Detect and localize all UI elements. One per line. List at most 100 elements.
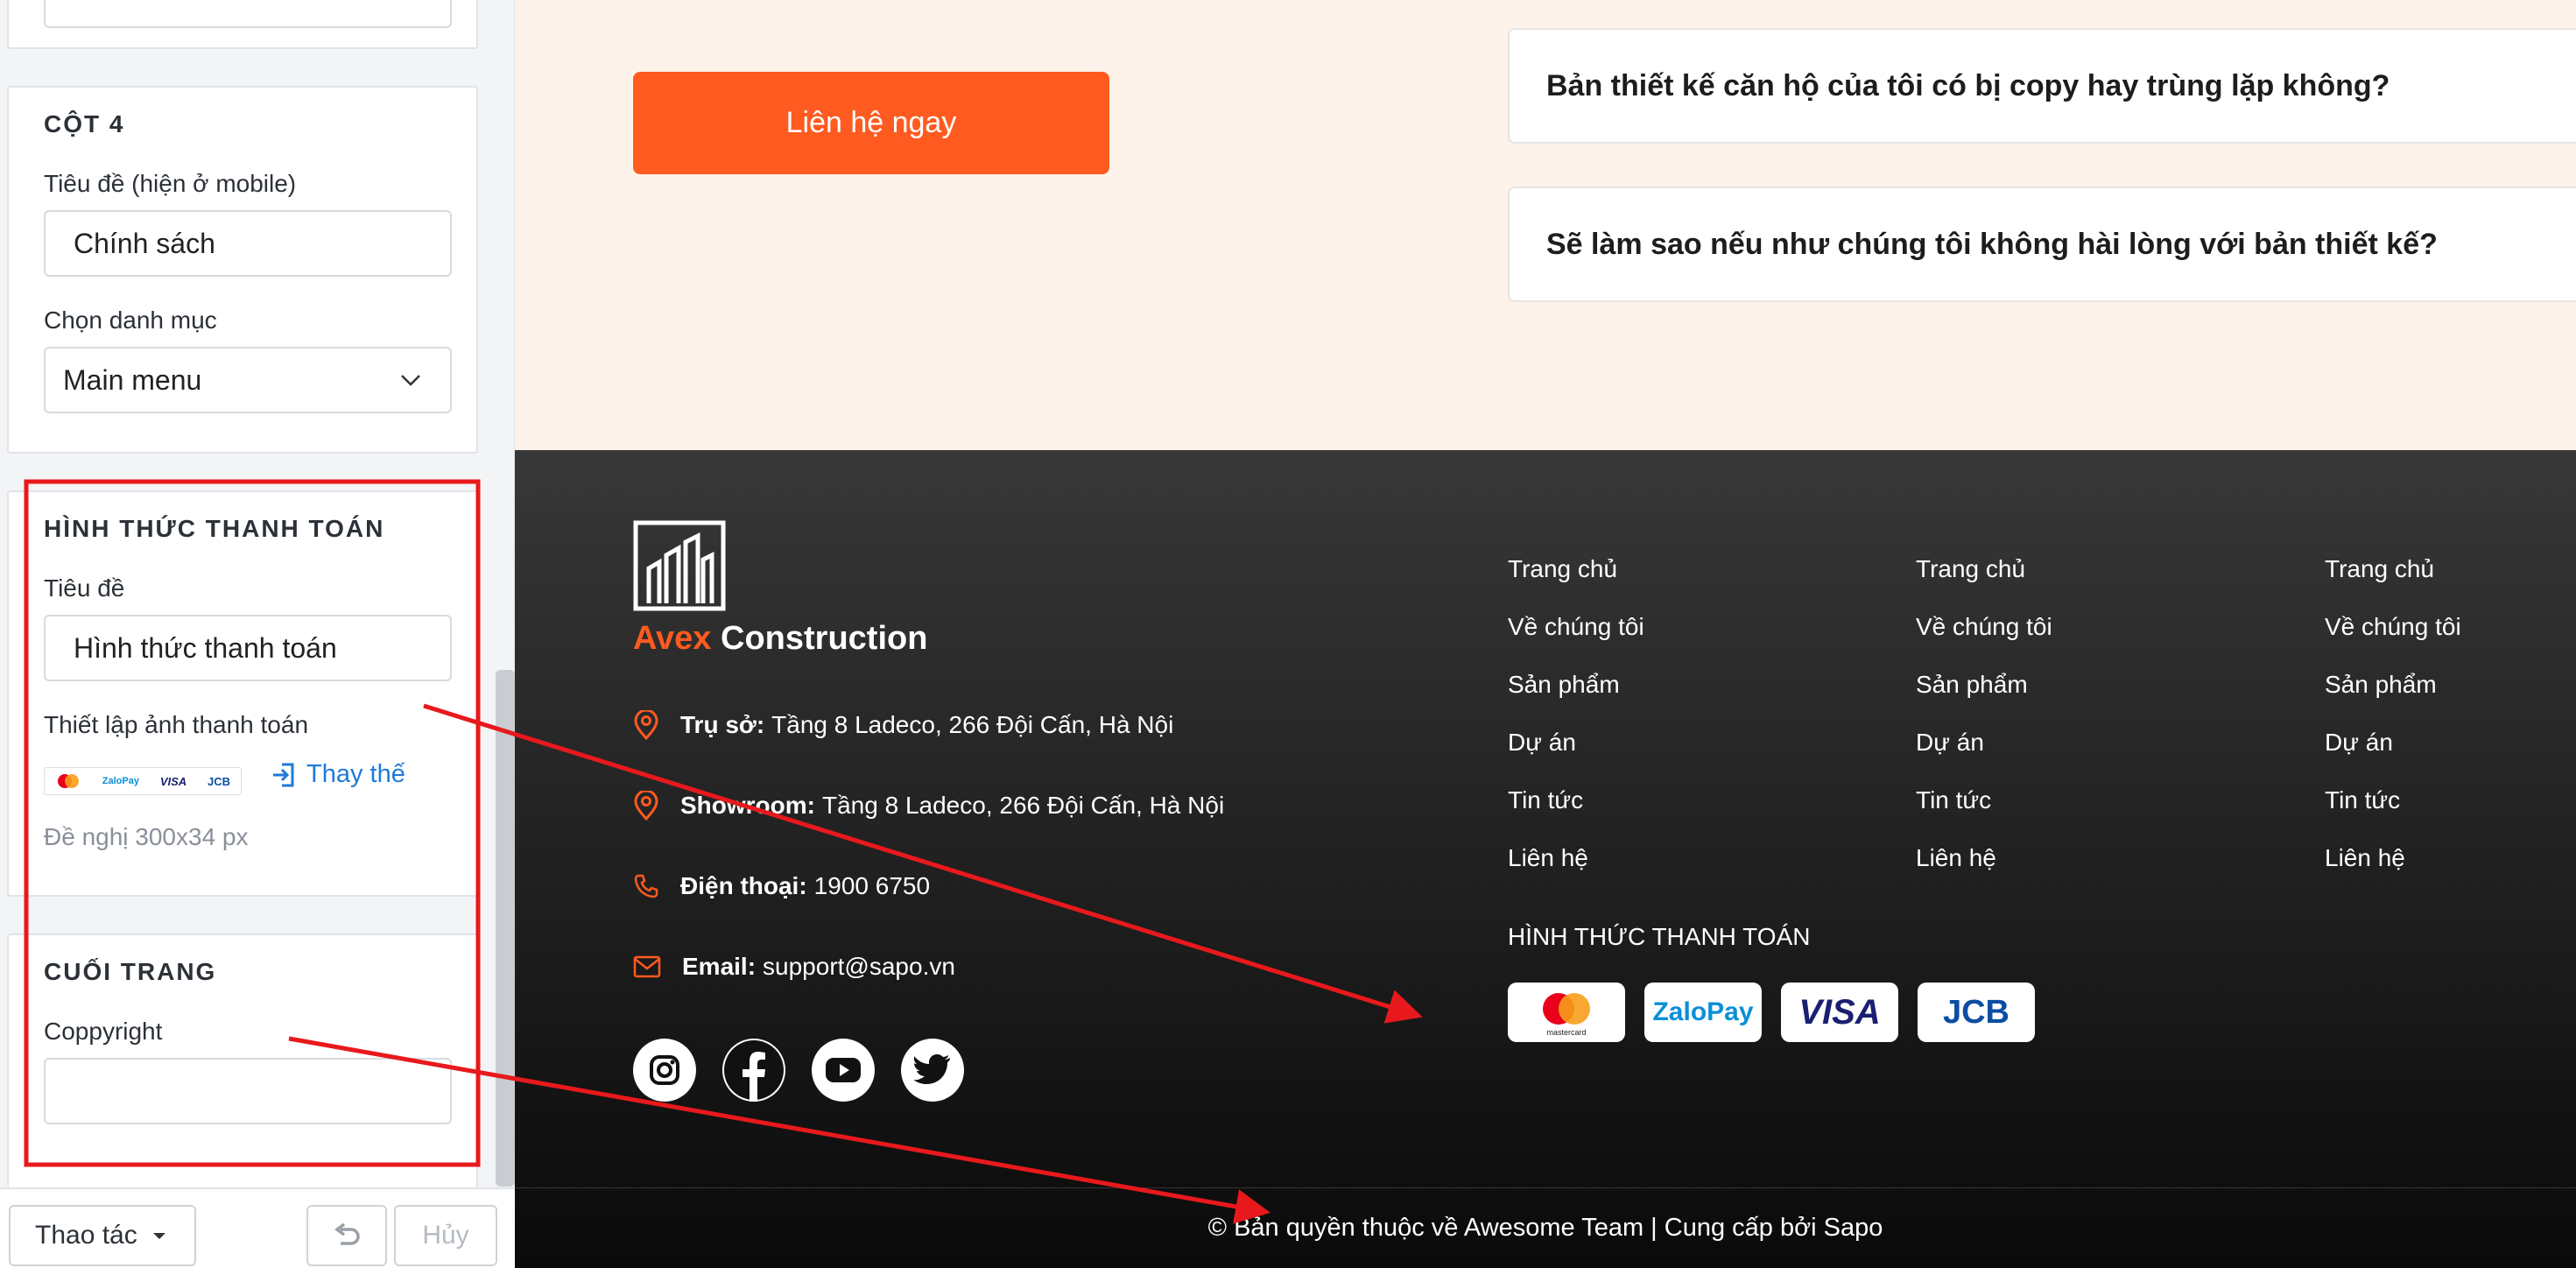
phone-label: Điện thoại:: [680, 872, 807, 899]
menu-link[interactable]: Dự án: [1916, 729, 2052, 786]
email-address[interactable]: support@sapo.vn: [763, 953, 955, 981]
menu-link[interactable]: Tin tức: [1916, 786, 2052, 844]
email-label: Email:: [682, 953, 757, 980]
theme-preview: Liên hệ ngay Bản thiết kế căn hộ của tôi…: [515, 0, 2576, 1268]
bottom-title: CUỐI TRANG: [44, 958, 217, 985]
undo-icon: [334, 1222, 360, 1245]
twitter-button[interactable]: [901, 1039, 964, 1102]
payment-methods-title: HÌNH THỨC THANH TOÁN: [1508, 923, 1811, 950]
payment-image-thumbnail[interactable]: ZaloPay VISA JCB: [44, 767, 242, 795]
chevron-down-icon: [401, 375, 420, 386]
footer-menu-col-2: Trang chủ Về chúng tôi Sản phẩm Dự án Ti…: [1916, 555, 2052, 902]
phone-icon: [634, 874, 658, 898]
twitter-icon: [914, 1054, 950, 1084]
brand-part2: Construction: [711, 620, 928, 657]
site-footer: Avex Construction Trụ sở: Tầng 8 Ladeco, …: [515, 450, 2576, 1268]
copyright-label: Coppyright: [44, 1018, 163, 1045]
bottom-panel: CUỐI TRANG Coppyright: [7, 933, 478, 1187]
col4-panel: CỘT 4 Tiêu đề (hiện ở mobile) Chính sách…: [7, 86, 478, 454]
facebook-button[interactable]: [722, 1039, 785, 1102]
copyright-text: © Bản quyền thuộc về Awesome Team | Cung…: [515, 1187, 2576, 1268]
copyright-input[interactable]: [44, 1058, 452, 1124]
col4-menu-select[interactable]: Main menu: [44, 347, 452, 413]
faq-item[interactable]: Bản thiết kế căn hộ của tôi có bị copy h…: [1508, 28, 2576, 144]
building-logo-icon: [633, 520, 726, 611]
replace-icon: [273, 763, 294, 786]
menu-link[interactable]: Liên hệ: [1508, 844, 1644, 902]
col4-title-input[interactable]: Chính sách: [44, 210, 452, 277]
sidebar-scrollbar[interactable]: [496, 670, 515, 1187]
cancel-button[interactable]: Hủy: [394, 1205, 497, 1266]
replace-image-button[interactable]: Thay thế: [270, 760, 405, 789]
menu-link[interactable]: Trang chủ: [1508, 555, 1644, 613]
mail-icon: [633, 955, 661, 978]
office-info: Trụ sở: Tầng 8 Ladeco, 266 Đội Cấn, Hà Nộ…: [633, 708, 1173, 743]
footer-menu-col-1: Trang chủ Về chúng tôi Sản phẩm Dự án Ti…: [1508, 555, 1644, 902]
menu-link[interactable]: Tin tức: [1508, 786, 1644, 844]
payment-title-input[interactable]: Hình thức thanh toán: [44, 615, 452, 681]
brand-name: Avex Construction: [633, 620, 927, 658]
phone-number[interactable]: 1900 6750: [814, 872, 930, 900]
showroom-label: Showroom:: [680, 792, 815, 819]
menu-link[interactable]: Trang chủ: [2325, 555, 2461, 613]
office-label: Trụ sở:: [680, 711, 765, 738]
instagram-icon: [650, 1055, 679, 1085]
contact-now-button[interactable]: Liên hệ ngay: [633, 72, 1109, 174]
replace-label: Thay thế: [306, 760, 405, 788]
youtube-icon: [826, 1058, 861, 1082]
mastercard-icon: [57, 774, 79, 788]
youtube-button[interactable]: [812, 1039, 875, 1102]
payment-title: HÌNH THỨC THANH TOÁN: [44, 515, 385, 542]
faq-section: Liên hệ ngay Bản thiết kế căn hộ của tôi…: [515, 0, 2576, 450]
menu-link[interactable]: Dự án: [2325, 729, 2461, 786]
showroom-info: Showroom: Tầng 8 Ladeco, 266 Đội Cấn, Hà …: [633, 788, 1224, 823]
menu-link[interactable]: Về chúng tôi: [1508, 613, 1644, 671]
menu-link[interactable]: Liên hệ: [1916, 844, 2052, 902]
menu-link[interactable]: Tin tức: [2325, 786, 2461, 844]
location-pin-icon: [634, 710, 658, 740]
previous-panel: [7, 0, 478, 49]
menu-link[interactable]: Sản phẩm: [1508, 671, 1644, 729]
col4-menu-label: Chọn danh mục: [44, 306, 217, 334]
zalopay-badge: ZaloPay: [1644, 983, 1762, 1042]
menu-link[interactable]: Sản phẩm: [2325, 671, 2461, 729]
email-info: Email: support@sapo.vn: [633, 949, 955, 984]
caret-down-icon: [152, 1233, 165, 1239]
menu-link[interactable]: Sản phẩm: [1916, 671, 2052, 729]
menu-link[interactable]: Về chúng tôi: [2325, 613, 2461, 671]
menu-link[interactable]: Trang chủ: [1916, 555, 2052, 613]
instagram-button[interactable]: [633, 1039, 696, 1102]
col4-title-label: Tiêu đề (hiện ở mobile): [44, 170, 297, 197]
showroom-address: Tầng 8 Ladeco, 266 Đội Cấn, Hà Nội: [822, 792, 1225, 819]
zalopay-icon: ZaloPay: [102, 776, 139, 786]
mastercard-badge: mastercard: [1508, 983, 1625, 1042]
mastercard-wordmark: mastercard: [1546, 1028, 1586, 1037]
office-address: Tầng 8 Ladeco, 266 Đội Cấn, Hà Nội: [771, 711, 1174, 738]
location-pin-icon: [634, 791, 658, 821]
mastercard-icon: mastercard: [1543, 993, 1590, 1037]
facebook-icon: [724, 1040, 784, 1102]
actions-label: Thao tác: [35, 1221, 137, 1250]
faq-item[interactable]: Sẽ làm sao nếu như chúng tôi không hài l…: [1508, 187, 2576, 302]
jcb-icon: JCB: [208, 774, 231, 788]
jcb-badge: JCB: [1918, 983, 2035, 1042]
undo-button[interactable]: [306, 1205, 387, 1266]
brand-part1: Avex: [633, 620, 712, 657]
sidebar-action-bar: Thao tác Hủy: [0, 1187, 515, 1268]
previous-input[interactable]: [44, 0, 452, 28]
actions-dropdown-button[interactable]: Thao tác: [9, 1205, 196, 1266]
menu-link[interactable]: Liên hệ: [2325, 844, 2461, 902]
payment-image-hint: Đề nghị 300x34 px: [44, 823, 249, 850]
menu-link[interactable]: Về chúng tôi: [1916, 613, 2052, 671]
payment-title-label: Tiêu đề: [44, 574, 125, 602]
col4-menu-value: Main menu: [63, 363, 202, 396]
visa-badge: VISA: [1781, 983, 1898, 1042]
settings-sidebar: CỘT 4 Tiêu đề (hiện ở mobile) Chính sách…: [0, 0, 515, 1268]
visa-icon: VISA: [159, 774, 187, 788]
payment-panel: HÌNH THỨC THANH TOÁN Tiêu đề Hình thức t…: [7, 490, 478, 897]
footer-menu-col-3: Trang chủ Về chúng tôi Sản phẩm Dự án Ti…: [2325, 555, 2461, 902]
payment-image-label: Thiết lập ảnh thanh toán: [44, 711, 309, 738]
col4-title: CỘT 4: [44, 110, 125, 137]
phone-info: Điện thoại: 1900 6750: [633, 869, 930, 904]
menu-link[interactable]: Dự án: [1508, 729, 1644, 786]
